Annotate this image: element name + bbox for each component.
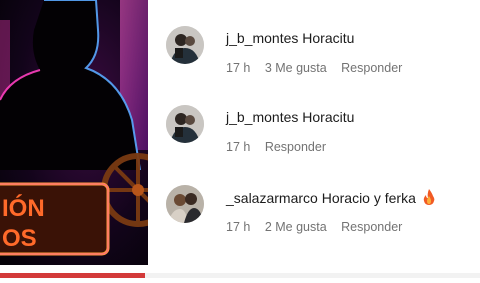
comment-meta: 17 h 3 Me gusta Responder bbox=[226, 61, 413, 75]
comment-meta: 17 h 2 Me gusta Responder bbox=[226, 220, 413, 234]
avatar[interactable] bbox=[166, 105, 204, 143]
comment-item: j_b_montes Horacitu 17 h 3 Me gusta Resp… bbox=[166, 26, 480, 86]
comment-line: j_b_montes Horacitu bbox=[226, 30, 354, 46]
sign-text-bottom: OS bbox=[2, 225, 37, 252]
sign-text-top: IÓN bbox=[2, 194, 45, 222]
reply-button[interactable]: Responder bbox=[265, 140, 326, 154]
neon-silhouette-artwork: IÓN OS bbox=[0, 0, 148, 270]
reply-button[interactable]: Responder bbox=[341, 220, 402, 234]
comment-likes-count[interactable]: 2 Me gusta bbox=[265, 220, 327, 234]
avatar[interactable] bbox=[166, 185, 204, 223]
comment-text: Horacitu bbox=[302, 109, 355, 125]
avatar-photo-icon bbox=[166, 185, 204, 223]
comment-username[interactable]: _salazarmarco bbox=[226, 190, 318, 206]
reply-button[interactable]: Responder bbox=[341, 61, 402, 75]
comment-username[interactable]: j_b_montes bbox=[226, 109, 298, 125]
comment-item: j_b_montes Horacitu 17 h Responder bbox=[166, 105, 480, 165]
comment-line: _salazarmarco Horacio y ferka bbox=[226, 189, 436, 208]
comment-text: Horacitu bbox=[302, 30, 355, 46]
comment-time: 17 h bbox=[226, 220, 251, 234]
comment-username[interactable]: j_b_montes bbox=[226, 30, 298, 46]
avatar-photo-icon bbox=[166, 26, 204, 64]
avatar[interactable] bbox=[166, 26, 204, 64]
comment-line: j_b_montes Horacitu bbox=[226, 109, 354, 125]
fire-emoji-icon bbox=[422, 189, 436, 208]
comments-list: j_b_montes Horacitu 17 h 3 Me gusta Resp… bbox=[148, 0, 480, 270]
comment-item: _salazarmarco Horacio y ferka 17 h 2 Me … bbox=[166, 185, 480, 245]
avatar-photo-icon bbox=[166, 105, 204, 143]
comment-time: 17 h bbox=[226, 61, 251, 75]
comment-time: 17 h bbox=[226, 140, 251, 154]
bottom-divider bbox=[0, 265, 480, 278]
post-media-thumbnail[interactable]: IÓN OS bbox=[0, 0, 148, 270]
comment-likes-count[interactable]: 3 Me gusta bbox=[265, 61, 327, 75]
comment-text: Horacio y ferka bbox=[321, 190, 416, 206]
comment-meta: 17 h Responder bbox=[226, 140, 337, 154]
